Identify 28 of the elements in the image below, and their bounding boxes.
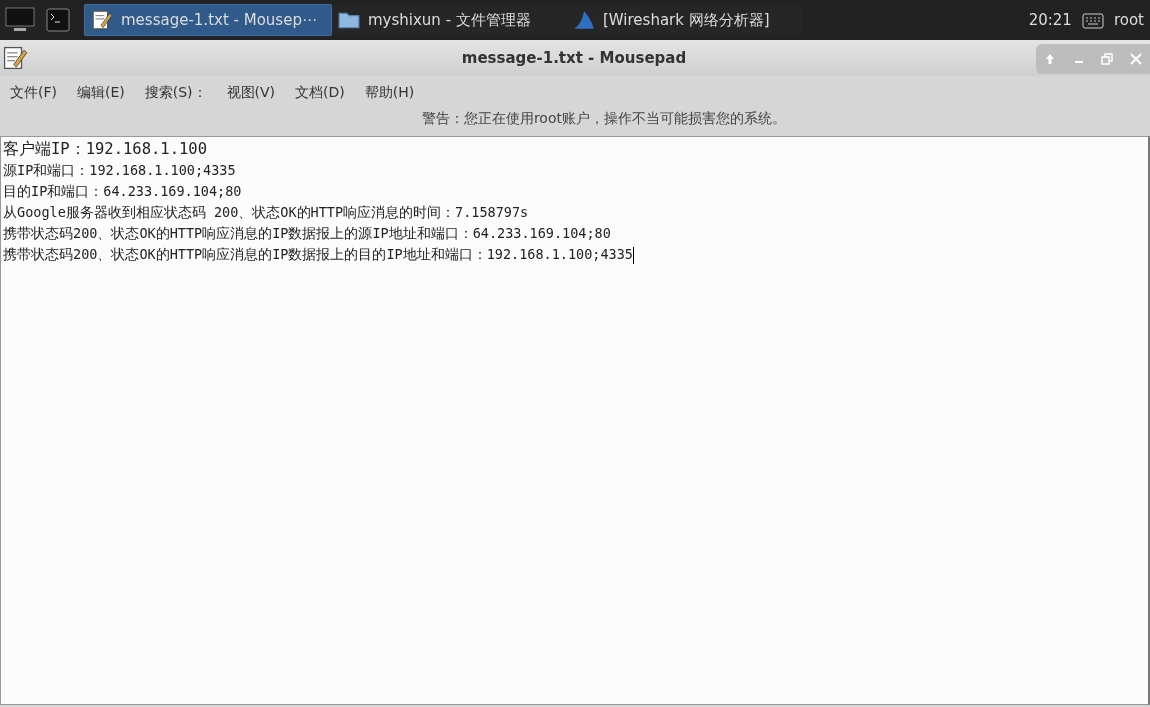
notepad-icon	[2, 45, 28, 71]
menu-item[interactable]: 搜索(S)：	[138, 80, 213, 106]
fin-icon	[573, 9, 595, 31]
user-name: root	[1113, 11, 1144, 29]
menu-item[interactable]: 文档(D)	[289, 80, 351, 106]
close-icon[interactable]	[1128, 52, 1143, 66]
warning-message: 警告：您正在使用root账户，操作不当可能损害您的系统。	[421, 110, 786, 128]
terminal-icon[interactable]	[46, 8, 70, 32]
text-line: 源IP和端口：192.168.1.100;4335	[3, 161, 237, 180]
text-line: 目的IP和端口：64.233.169.104;80	[3, 182, 243, 201]
text-line: 携带状态码200、状态OK的HTTP响应消息的IP数据报上的源IP地址和端口：64.233.169.104;80	[3, 224, 612, 243]
menu-item[interactable]: 视图(V)	[220, 80, 282, 106]
text-line: 从Google服务器收到相应状态码 200、状态OK的HTTP响应消息的时间：7.158797s	[3, 203, 530, 222]
menu-item[interactable]: 文件(F)	[4, 80, 63, 106]
taskbar-button[interactable]: [Wireshark 网络分析器]	[567, 4, 802, 36]
maximize-icon[interactable]	[1100, 52, 1115, 66]
menu-item[interactable]: 编辑(E)	[71, 80, 131, 106]
window-title: message-1.txt - Mousepad	[461, 49, 687, 67]
taskbar-button[interactable]: message-1.txt - Mousep⋯	[84, 4, 332, 36]
text-editor[interactable]	[0, 136, 1150, 705]
taskbar-button[interactable]: myshixun - 文件管理器	[332, 4, 567, 36]
clock: 20:21	[1028, 11, 1072, 29]
notepad-icon	[91, 9, 113, 31]
menu-item[interactable]: 帮助(H)	[358, 80, 421, 106]
keyboard-icon[interactable]	[1081, 10, 1104, 30]
text-line: 携带状态码200、状态OK的HTTP响应消息的IP数据报上的目的IP地址和端口：192.168.1.100;4335	[3, 245, 635, 265]
text-line: 客户端IP：192.168.1.100	[3, 139, 208, 160]
monitor-icon[interactable]	[4, 6, 36, 34]
